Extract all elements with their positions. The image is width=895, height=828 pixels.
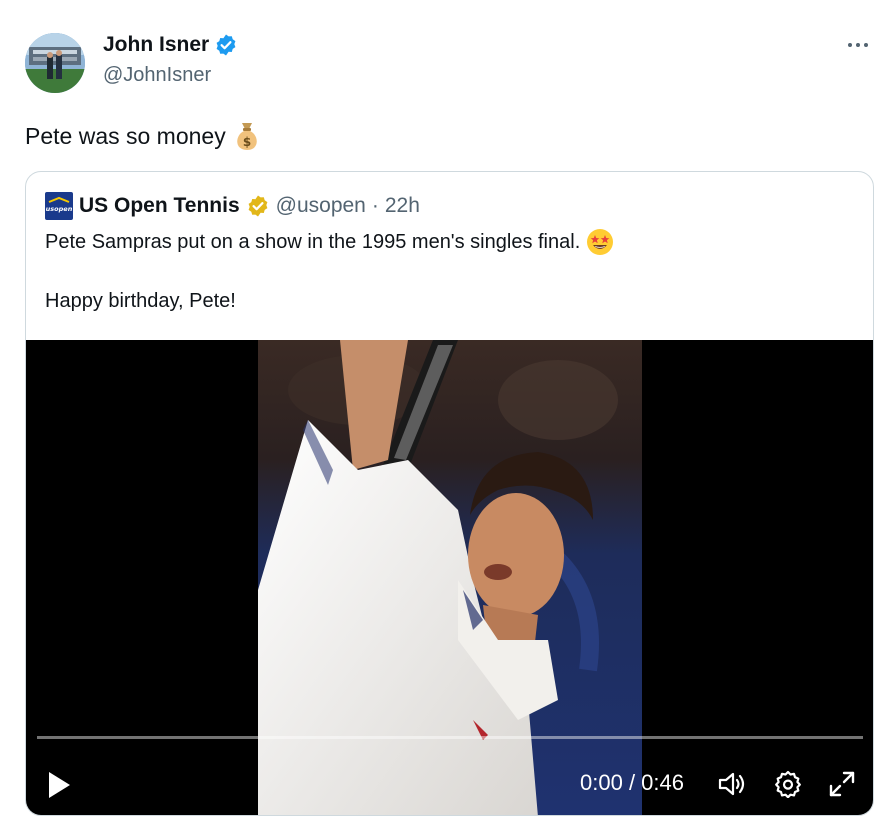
- video-frame-image: [258, 340, 642, 815]
- quoted-tweet-body: Pete Sampras put on a show in the 1995 m…: [45, 228, 845, 314]
- video-duration: 0:46: [641, 770, 684, 795]
- header-separator: ·: [371, 194, 379, 217]
- more-dots-icon: [848, 43, 868, 47]
- volume-button[interactable]: [717, 770, 747, 798]
- settings-gear-icon: [775, 770, 801, 799]
- settings-button[interactable]: [774, 770, 802, 799]
- fullscreen-button[interactable]: [828, 770, 856, 798]
- author-handle[interactable]: @JohnIsner: [103, 62, 211, 88]
- play-icon: [49, 772, 70, 798]
- quoted-author-name[interactable]: US Open Tennis: [79, 193, 240, 219]
- svg-text:$: $: [243, 135, 251, 149]
- time-separator: /: [622, 770, 642, 795]
- author-name-text: John Isner: [103, 33, 210, 56]
- tweet-text-content: Pete was so money: [25, 123, 226, 149]
- quoted-text-line-1: Pete Sampras put on a show in the 1995 m…: [45, 228, 845, 256]
- quoted-text-line-1-content: Pete Sampras put on a show in the 1995 m…: [45, 231, 581, 253]
- us-open-logo[interactable]: usopen: [45, 192, 73, 220]
- volume-icon: [718, 772, 745, 796]
- video-time-display: 0:00 / 0:46: [580, 769, 684, 797]
- author-avatar[interactable]: [25, 33, 85, 93]
- tweet-text: Pete was so money $: [25, 119, 262, 153]
- current-time: 0:00: [580, 770, 623, 795]
- money-bag-icon: $: [236, 123, 257, 150]
- author-name[interactable]: John Isner: [103, 32, 238, 58]
- us-open-logo-icon: usopen: [45, 192, 73, 220]
- fullscreen-icon: [829, 771, 855, 797]
- verified-gold-badge-icon: [248, 195, 268, 217]
- quoted-author-handle[interactable]: @usopen: [276, 193, 366, 219]
- quoted-tweet-card[interactable]: usopen US Open Tennis @usopen · 22h Pete…: [25, 171, 874, 816]
- star-struck-icon: [587, 229, 614, 255]
- video-player[interactable]: 0:00 / 0:46: [26, 340, 873, 815]
- tennis-player-image: [258, 340, 642, 815]
- quoted-text-line-2: Happy birthday, Pete!: [45, 290, 236, 312]
- play-button[interactable]: [46, 770, 72, 800]
- verified-badge-icon: [216, 34, 236, 56]
- svg-text:usopen: usopen: [46, 205, 73, 213]
- video-progress-bar[interactable]: [37, 736, 863, 739]
- quoted-timestamp[interactable]: 22h: [385, 193, 420, 219]
- avatar-image: [25, 33, 85, 93]
- more-options-button[interactable]: [843, 30, 873, 60]
- quoted-tweet-header: usopen US Open Tennis @usopen · 22h: [45, 192, 420, 220]
